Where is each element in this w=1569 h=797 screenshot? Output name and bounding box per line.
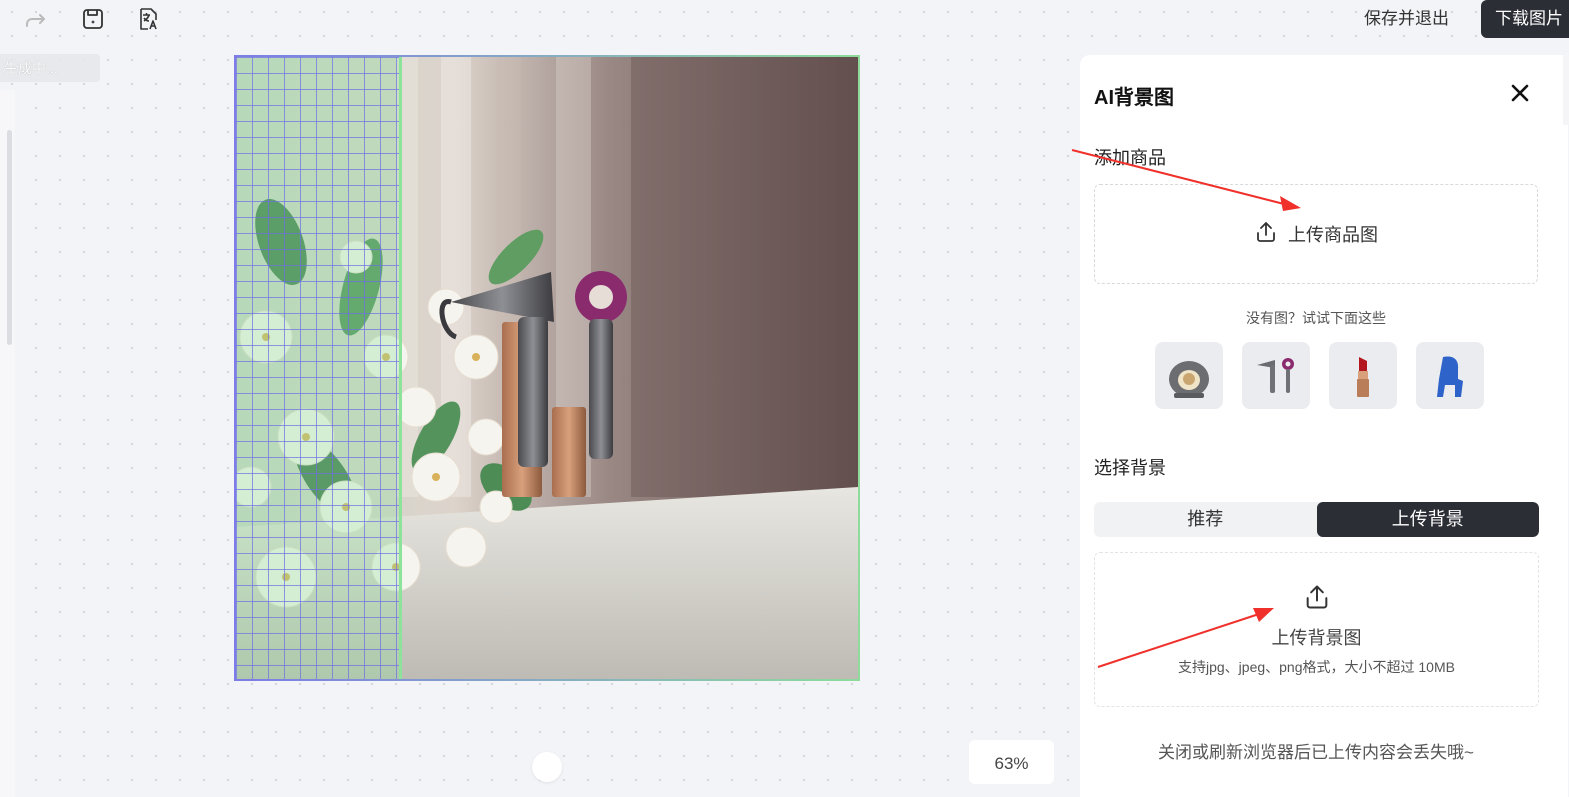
canvas-scroll-handle[interactable] <box>532 752 562 782</box>
upload-background-dropzone[interactable]: 上传背景图 支持jpg、jpeg、png格式，大小不超过 10MB <box>1094 552 1539 707</box>
ai-background-panel: AI背景图 添加商品 上传商品图 没有图？试试下面这些 选择背景 推荐 上传背景 <box>1080 55 1568 797</box>
sample-blue-chair[interactable] <box>1416 342 1484 409</box>
upload-product-button[interactable]: 上传商品图 <box>1094 184 1538 284</box>
left-scrollbar[interactable] <box>7 130 12 345</box>
right-edge-strip <box>1563 55 1569 125</box>
sample-pet-bed[interactable] <box>1155 342 1223 409</box>
generating-status-tag: 生成中... <box>0 54 100 82</box>
close-icon[interactable] <box>1506 79 1534 107</box>
upload-product-label: 上传商品图 <box>1288 225 1378 245</box>
sample-products <box>1155 342 1484 409</box>
upload-background-hint: 支持jpg、jpeg、png格式，大小不超过 10MB <box>1178 659 1455 675</box>
zoom-level[interactable]: 63% <box>969 740 1054 784</box>
choose-background-label: 选择背景 <box>1094 458 1166 478</box>
background-source-tabs: 推荐 上传背景 <box>1094 502 1539 537</box>
upload-icon <box>1254 220 1278 249</box>
try-samples-text: 没有图？试试下面这些 <box>1246 310 1386 326</box>
upload-icon <box>1303 583 1331 616</box>
save-icon[interactable] <box>78 4 108 34</box>
data-loss-notice: 关闭或刷新浏览器后已上传内容会丢失哦~ <box>1158 743 1474 762</box>
redo-icon[interactable] <box>20 4 50 34</box>
sample-lipstick[interactable] <box>1329 342 1397 409</box>
crop-grid-overlay[interactable] <box>236 57 402 679</box>
panel-title: AI背景图 <box>1094 87 1174 109</box>
upload-background-label: 上传背景图 <box>1271 628 1362 648</box>
tab-upload-background[interactable]: 上传背景 <box>1316 502 1539 537</box>
save-exit-button[interactable]: 保存并退出 <box>1350 4 1463 34</box>
download-image-button[interactable]: 下载图片 <box>1481 0 1569 38</box>
editing-canvas[interactable] <box>234 55 860 681</box>
translate-icon[interactable] <box>133 4 163 34</box>
sample-hair-dryer[interactable] <box>1242 342 1310 409</box>
tab-recommended[interactable]: 推荐 <box>1094 502 1317 537</box>
add-product-label: 添加商品 <box>1094 148 1166 168</box>
